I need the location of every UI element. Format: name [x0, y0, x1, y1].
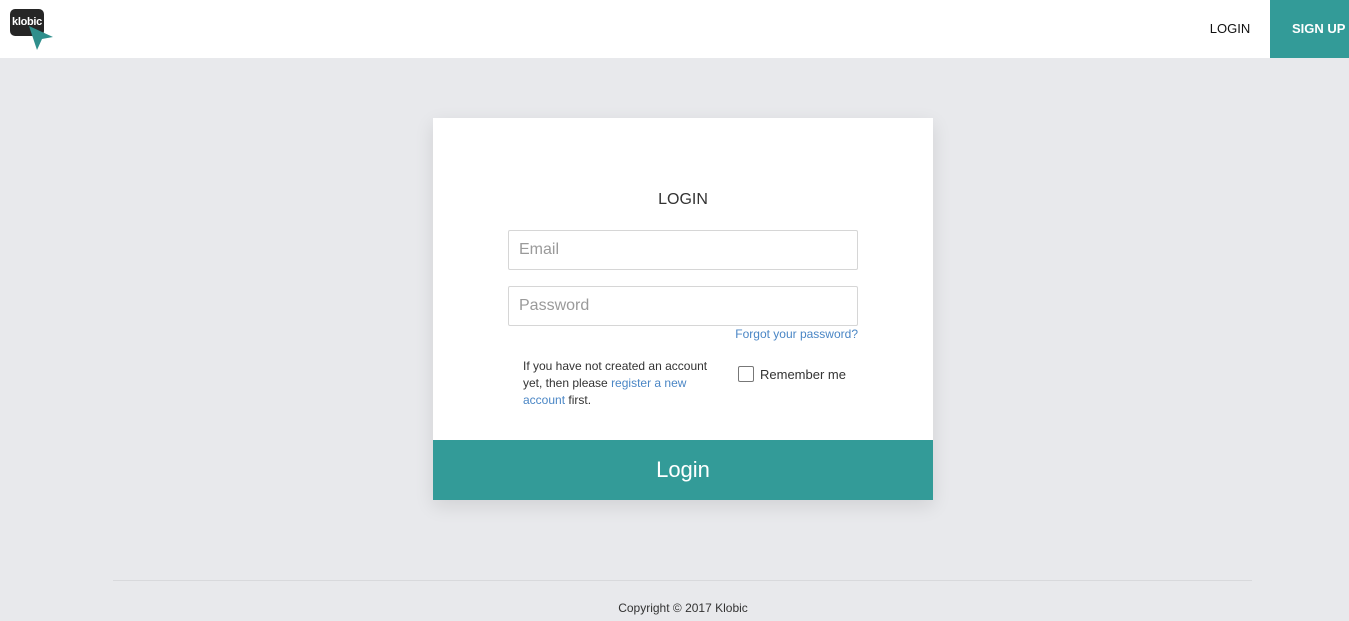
footer-divider: [113, 580, 1252, 581]
email-input[interactable]: [508, 230, 858, 270]
login-card: LOGIN Forgot your password? If you have …: [433, 118, 933, 500]
register-hint: If you have not created an account yet, …: [523, 358, 723, 409]
remember-me-label: Remember me: [760, 366, 846, 382]
login-title: LOGIN: [658, 191, 708, 208]
remember-me-control[interactable]: Remember me: [738, 365, 846, 383]
login-button[interactable]: Login: [433, 440, 933, 500]
cursor-arrow-icon: [29, 26, 53, 50]
password-input[interactable]: [508, 286, 858, 326]
nav-login-link[interactable]: LOGIN: [1190, 0, 1270, 58]
top-navbar: klobic LOGIN SIGN UP: [0, 0, 1349, 58]
forgot-password-link[interactable]: Forgot your password?: [735, 327, 858, 341]
checkbox-icon[interactable]: [738, 366, 754, 382]
nav-signup-button[interactable]: SIGN UP: [1270, 0, 1349, 58]
klobic-logo[interactable]: klobic: [10, 9, 53, 50]
copyright-text: Copyright © 2017 Klobic: [618, 601, 748, 615]
register-hint-suffix: first.: [565, 393, 592, 407]
